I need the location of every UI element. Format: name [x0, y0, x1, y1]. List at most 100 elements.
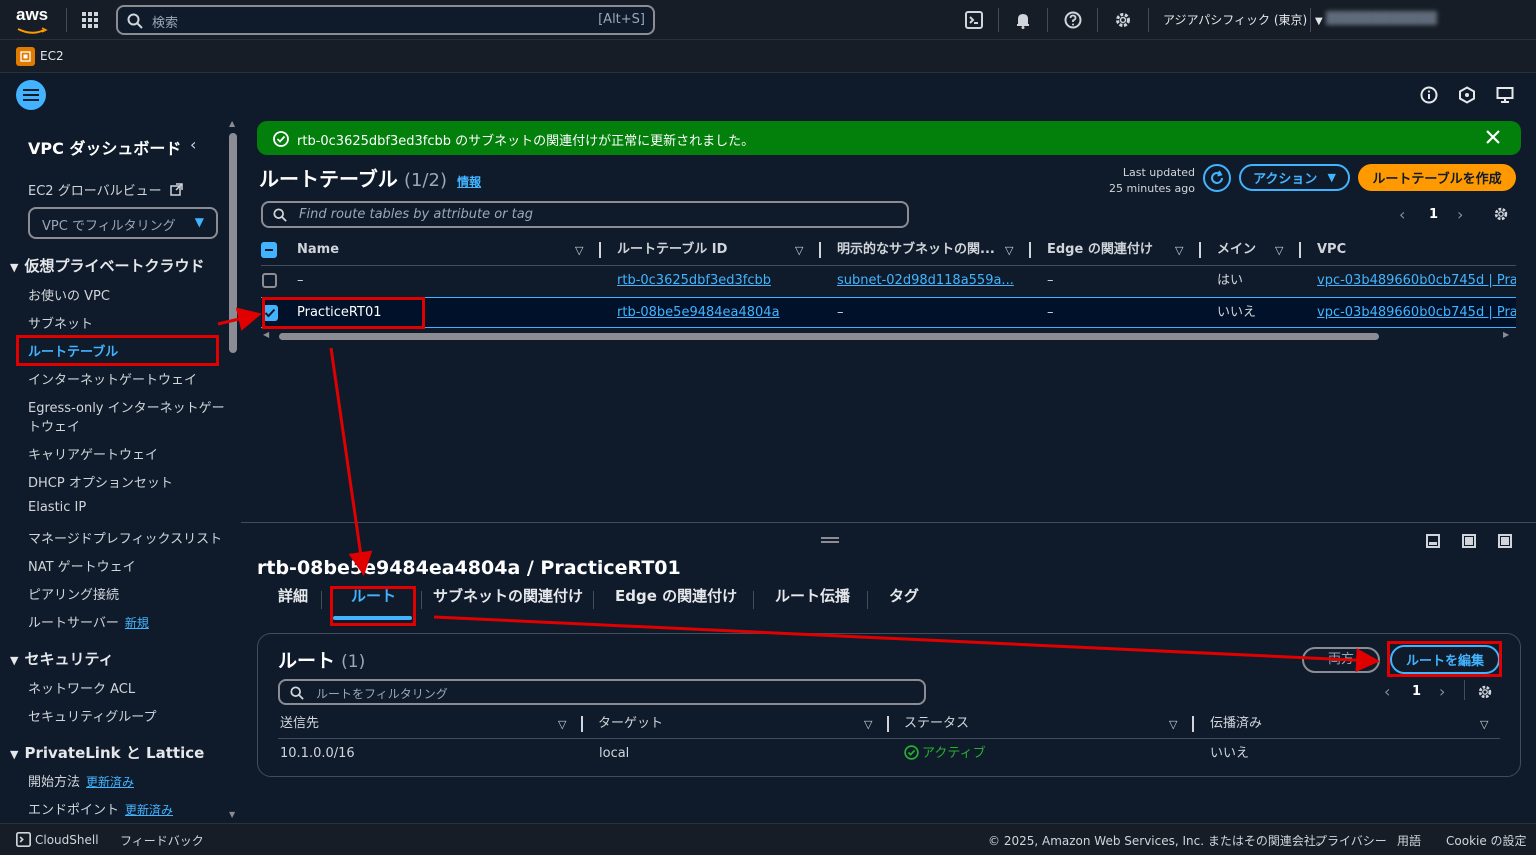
row-checkbox[interactable]: [262, 273, 277, 288]
sidebar-section-security[interactable]: ▼ セキュリティ: [10, 648, 114, 669]
sort-icon[interactable]: ▽: [1169, 718, 1177, 731]
column-header-id[interactable]: ルートテーブル ID: [617, 235, 727, 265]
sidebar-item-your-vpcs[interactable]: お使いの VPC: [28, 285, 110, 304]
routes-filter-input[interactable]: ルートをフィルタリング: [278, 679, 926, 705]
column-separator[interactable]: [887, 716, 889, 732]
settings-gear-icon[interactable]: [1113, 10, 1133, 30]
cloudshell-button[interactable]: CloudShell: [16, 832, 99, 847]
column-separator[interactable]: [1299, 242, 1301, 258]
row-vpc-link[interactable]: vpc-03b489660b0cb745d | Pra: [1317, 266, 1516, 296]
sidebar-scroll-thumb[interactable]: [229, 133, 237, 353]
column-separator[interactable]: [1029, 242, 1031, 258]
service-link-ec2[interactable]: EC2: [40, 49, 64, 63]
column-separator[interactable]: [581, 716, 583, 732]
tab-route-propagation[interactable]: ルート伝播: [775, 585, 850, 606]
column-separator[interactable]: [819, 242, 821, 258]
cookie-settings-link[interactable]: Cookie の設定: [1446, 832, 1527, 849]
previous-page-icon[interactable]: ‹: [1384, 682, 1390, 701]
tab-edge-associations[interactable]: Edge の関連付け: [615, 585, 737, 606]
sidebar-item-elastic-ip[interactable]: Elastic IP: [28, 500, 86, 515]
sort-icon[interactable]: ▽: [1005, 244, 1013, 257]
terms-link[interactable]: 用語: [1397, 832, 1421, 849]
global-search-input[interactable]: 検索 [Alt+S]: [116, 5, 655, 35]
current-page[interactable]: 1: [1429, 207, 1438, 222]
sidebar-item-subnets[interactable]: サブネット: [28, 313, 93, 332]
vpc-filter-select[interactable]: VPC でフィルタリング ▼: [28, 207, 218, 239]
column-header-name[interactable]: Name: [297, 235, 339, 265]
sidebar-item-route-servers[interactable]: ルートサーバー 新規: [28, 612, 149, 631]
help-icon[interactable]: [1063, 10, 1083, 30]
panel-position-side-icon[interactable]: [1462, 534, 1476, 548]
column-header-destination[interactable]: 送信先: [280, 709, 319, 739]
actions-dropdown-button[interactable]: アクション ▼: [1239, 164, 1350, 191]
row-route-table-id[interactable]: rtb-08be5e9484ea4804a: [617, 298, 817, 328]
route-table-search-input[interactable]: Find route tables by attribute or tag: [261, 201, 909, 228]
row-subnet-link[interactable]: subnet-02d98d118a559a...: [837, 266, 1027, 296]
sort-icon[interactable]: ▽: [795, 244, 803, 257]
scroll-up-icon[interactable]: ▲: [229, 119, 235, 128]
account-menu[interactable]: ████████████: [1326, 11, 1516, 27]
sort-icon[interactable]: ▽: [1175, 244, 1183, 257]
table-preferences-gear-icon[interactable]: [1493, 206, 1509, 222]
next-page-icon[interactable]: ›: [1457, 205, 1463, 224]
sidebar-title[interactable]: VPC ダッシュボード: [28, 135, 181, 159]
sort-icon[interactable]: ▽: [864, 718, 872, 731]
horizontal-scroll-thumb[interactable]: [279, 333, 1379, 340]
sidebar-item-endpoints[interactable]: エンドポイント 更新済み: [28, 799, 173, 818]
cloudshell-icon[interactable]: [964, 10, 984, 30]
sidebar-section-privatelink[interactable]: ▼ PrivateLink と Lattice: [10, 742, 204, 763]
privacy-link[interactable]: プライバシー: [1315, 832, 1387, 849]
sidebar-scrollbar[interactable]: ▲ ▼: [228, 117, 238, 823]
table-row[interactable]: 10.1.0.0/16 local アクティブ いいえ: [278, 739, 1500, 769]
notifications-bell-icon[interactable]: [1013, 10, 1033, 30]
row-vpc-link[interactable]: vpc-03b489660b0cb745d | Pra: [1317, 298, 1516, 328]
column-header-propagated[interactable]: 伝播済み: [1210, 709, 1262, 739]
tab-tags[interactable]: タグ: [889, 585, 919, 606]
column-header-target[interactable]: ターゲット: [598, 709, 663, 739]
scroll-down-icon[interactable]: ▼: [229, 810, 235, 819]
current-page[interactable]: 1: [1412, 684, 1421, 699]
info-panel-icon[interactable]: [1420, 86, 1438, 104]
aws-logo[interactable]: aws: [16, 6, 50, 34]
cube-icon[interactable]: [1458, 86, 1476, 104]
sidebar-item-security-groups[interactable]: セキュリティグループ: [28, 706, 156, 725]
sidebar-item-getting-started[interactable]: 開始方法 更新済み: [28, 771, 134, 790]
table-row-selected[interactable]: PracticeRT01 rtb-08be5e9484ea4804a – – い…: [261, 297, 1516, 328]
dismiss-flash-button[interactable]: [1485, 129, 1503, 147]
panel-position-full-icon[interactable]: [1498, 534, 1512, 548]
create-route-table-button[interactable]: ルートテーブルを作成: [1358, 164, 1516, 191]
sidebar-item-carrier-gateways[interactable]: キャリアゲートウェイ: [28, 444, 158, 463]
column-header-vpc[interactable]: VPC: [1317, 235, 1346, 265]
sort-icon[interactable]: ▽: [1480, 718, 1488, 731]
sort-icon[interactable]: ▽: [1275, 244, 1283, 257]
column-separator[interactable]: [1192, 716, 1194, 732]
column-header-main[interactable]: メイン: [1217, 235, 1256, 265]
resize-handle[interactable]: [821, 537, 839, 543]
sidebar-item-internet-gateways[interactable]: インターネットゲートウェイ: [28, 369, 197, 388]
column-header-edge[interactable]: Edge の関連付け: [1047, 235, 1153, 265]
sidebar-section-vpc[interactable]: ▼ 仮想プライベートクラウド: [10, 255, 204, 276]
navigation-menu-button[interactable]: [16, 80, 46, 110]
region-selector[interactable]: アジアパシフィック (東京) ▼: [1163, 11, 1323, 28]
column-header-status[interactable]: ステータス: [904, 709, 969, 739]
sidebar-item-peering[interactable]: ピアリング接続: [28, 584, 119, 603]
sidebar-item-egress-only-igw-line2[interactable]: トウェイ: [28, 416, 80, 435]
select-all-checkbox[interactable]: [261, 242, 277, 258]
column-header-subnet[interactable]: 明示的なサブネットの関...: [837, 235, 995, 265]
row-route-table-id[interactable]: rtb-0c3625dbf3ed3fcbb: [617, 266, 817, 296]
sort-icon[interactable]: ▽: [575, 244, 583, 257]
sidebar-item-prefix-lists[interactable]: マネージドプレフィックスリスト: [28, 528, 222, 547]
refresh-button[interactable]: [1203, 164, 1231, 192]
feedback-screen-icon[interactable]: [1496, 86, 1514, 104]
scroll-left-icon[interactable]: ◀: [263, 330, 269, 339]
sidebar-item-nat-gateways[interactable]: NAT ゲートウェイ: [28, 556, 136, 575]
sort-icon[interactable]: ▽: [558, 718, 566, 731]
column-separator[interactable]: [599, 242, 601, 258]
scroll-right-icon[interactable]: ▶: [1503, 330, 1509, 339]
next-page-icon[interactable]: ›: [1439, 682, 1445, 701]
sidebar-item-egress-only-igw[interactable]: Egress-only インターネットゲー: [28, 397, 225, 416]
info-link[interactable]: 情報: [457, 175, 481, 189]
feedback-link[interactable]: フィードバック: [120, 832, 204, 849]
panel-position-bottom-icon[interactable]: [1426, 534, 1440, 548]
previous-page-icon[interactable]: ‹: [1399, 205, 1405, 224]
